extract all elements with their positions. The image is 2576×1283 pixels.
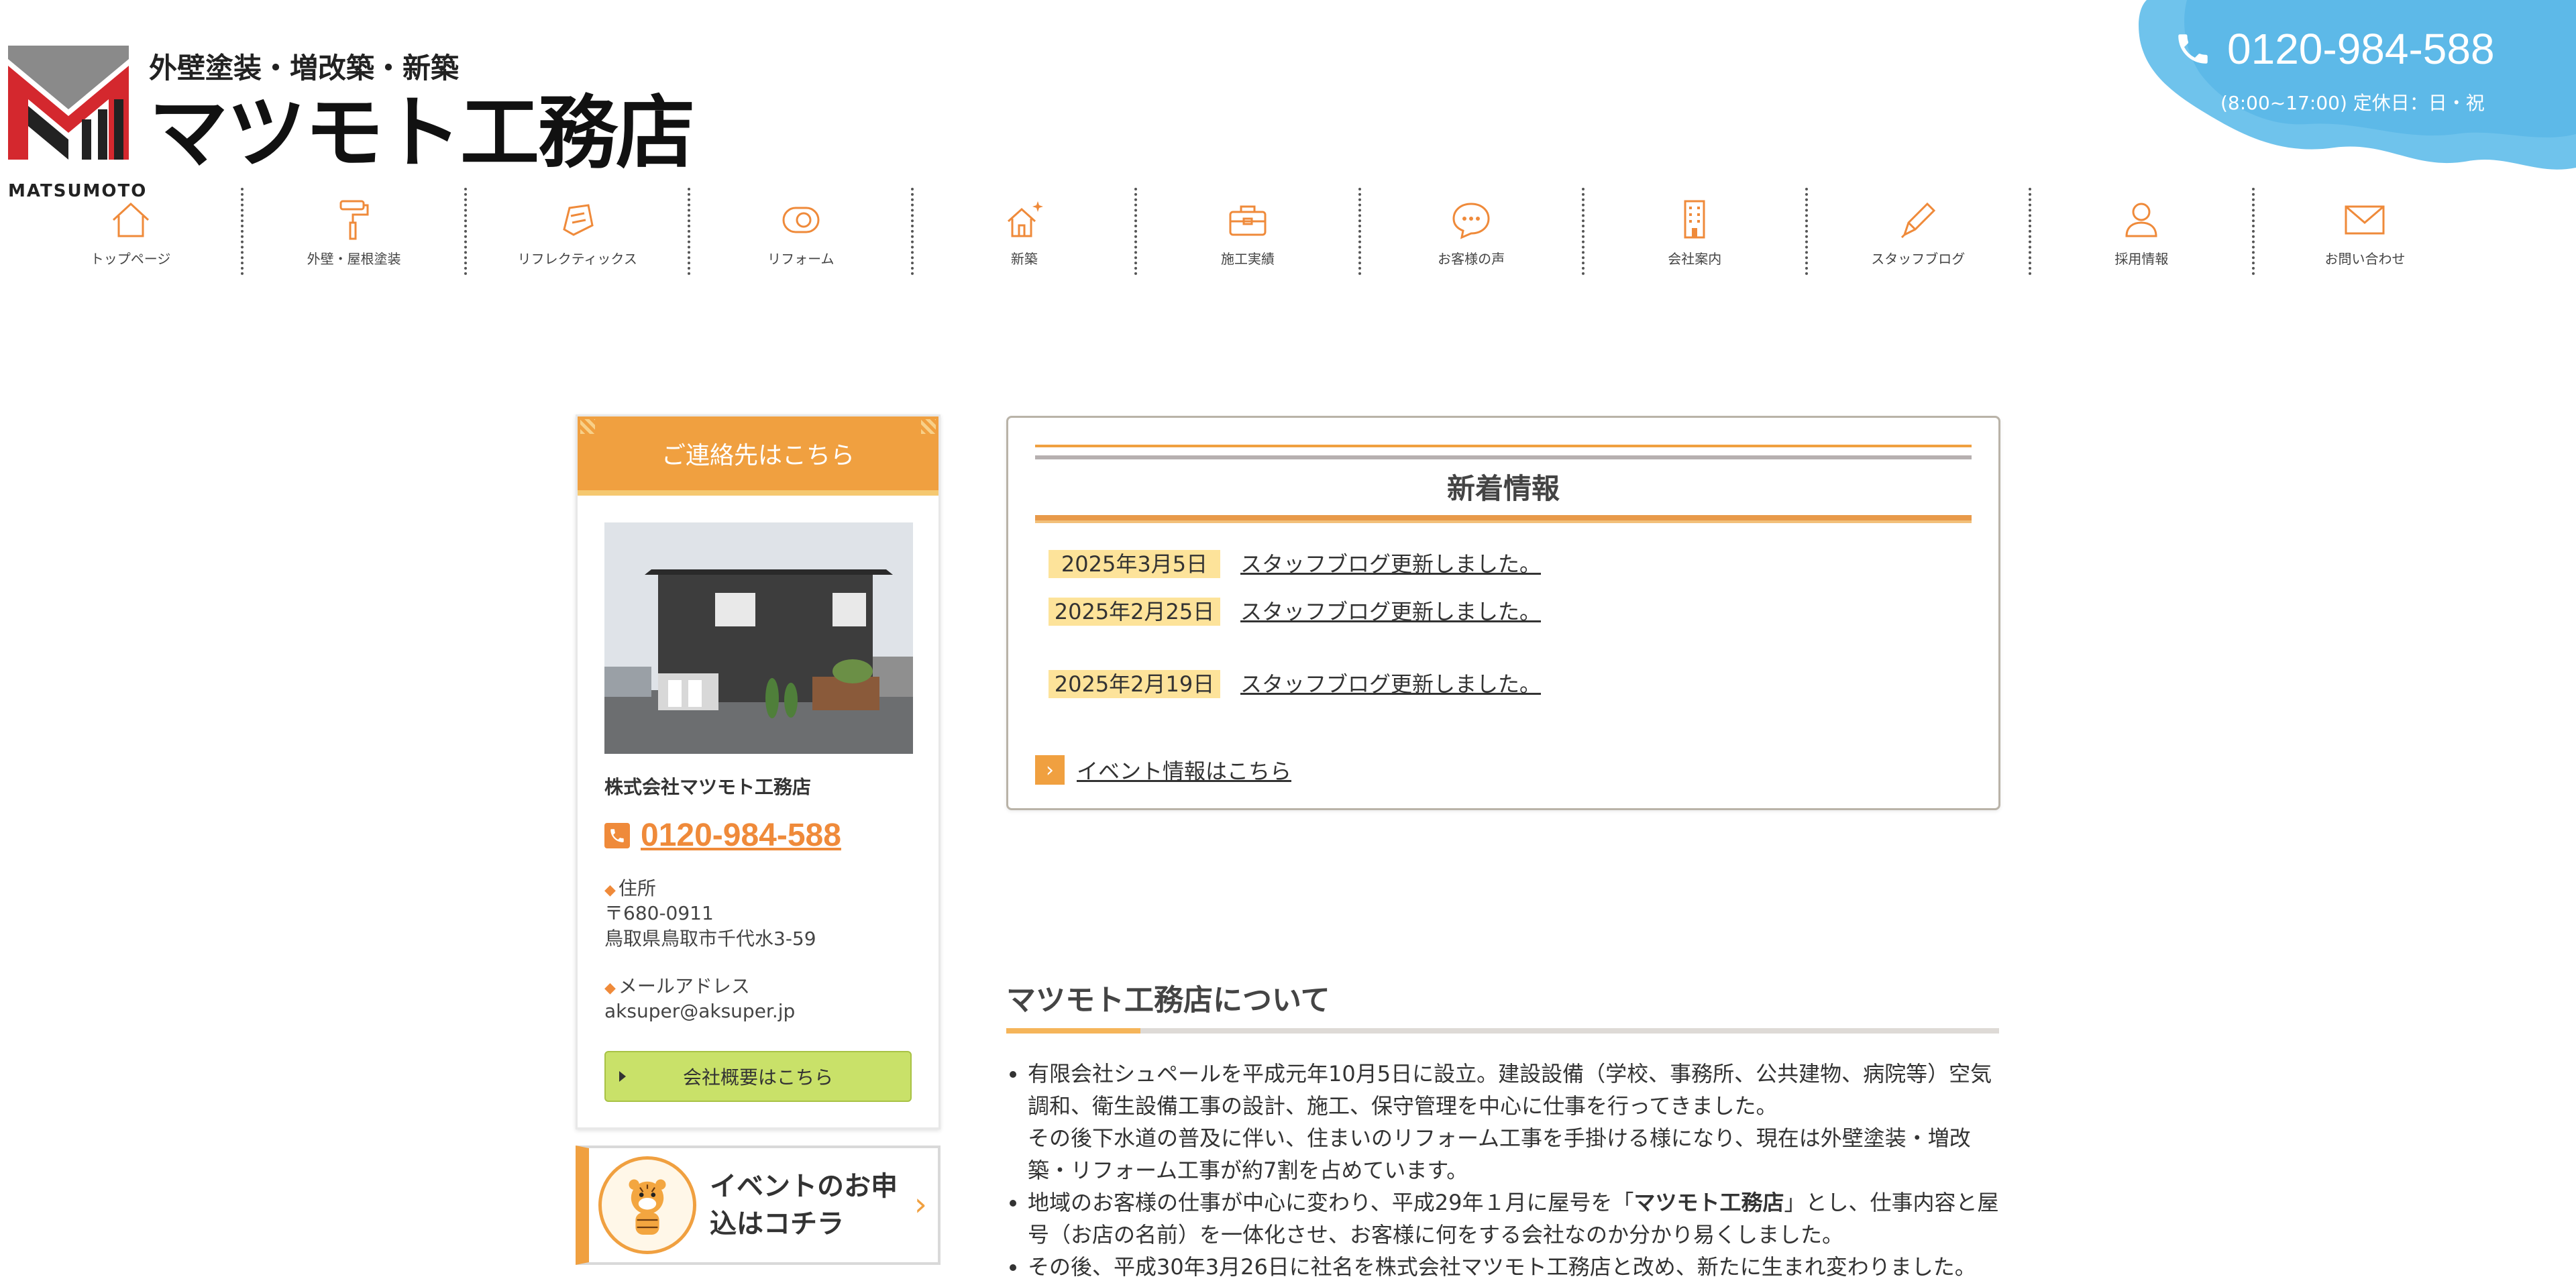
nav-item-reform[interactable]: リフォーム [690,188,914,275]
nav-item-voices[interactable]: お客様の声 [1361,188,1585,275]
chevron-right-icon: › [914,1186,927,1223]
office-photo [604,522,913,754]
tiger-mascot-icon [598,1156,696,1254]
email-address: aksuper@aksuper.jp [604,1000,796,1022]
nav-label: 施工実績 [1221,250,1275,267]
nav-item-works[interactable]: 施工実績 [1137,188,1361,275]
news-date: 2025年3月5日 [1049,550,1220,578]
nav-label: リフレクティックス [517,250,637,267]
news-date: 2025年2月25日 [1049,598,1220,626]
news-item: 2025年2月25日 スタッフブログ更新しました。 [1049,598,1541,626]
news-date: 2025年2月19日 [1049,670,1220,698]
building-icon [1684,200,1705,238]
nav-label: お問い合わせ [2324,250,2406,267]
nav-item-paint[interactable]: 外壁・屋根塗装 [244,188,468,275]
pen-icon [1901,202,1936,238]
chevron-right-icon: › [1035,755,1065,785]
phone-icon [2178,34,2208,64]
new-house-icon [1007,201,1043,237]
company-overview-button[interactable]: 会社概要はこちら [604,1051,912,1102]
news-divider-top [1035,445,1972,459]
nav-label: お客様の声 [1438,250,1505,267]
nav-label: 外壁・屋根塗装 [307,250,401,267]
nav-item-blog[interactable]: スタッフブログ [1808,188,2031,275]
chat-bubble-icon [1452,202,1490,239]
about-paragraph: 地域のお客様の仕事が中心に変わり、平成29年１月に屋号を「マツモト工務店」とし、… [1028,1186,1999,1251]
sidebar-phone-link[interactable]: 0120-984-588 [641,817,841,854]
contact-heading: ご連絡先はこちら [578,416,938,496]
header-business-hours: (8:00~17:00) 定休日：日・祝 [2220,92,2485,114]
news-title: 新着情報 [1446,472,1560,505]
mail-icon [2345,205,2385,234]
event-signup-banner[interactable]: イベントのお申込はコチラ › [576,1146,941,1265]
event-banner-text: イベントのお申込はコチラ [710,1171,898,1239]
person-icon [2125,203,2157,237]
news-link[interactable]: スタッフブログ更新しました。 [1240,670,1541,698]
nav-item-reflectix[interactable]: リフレクティックス [467,188,691,275]
global-nav: トップページ 外壁・屋根塗装 リフレクティックス リフォーム 新築 施工実績 お… [20,188,2475,275]
address: 鳥取県鳥取市千代水3-59 [604,928,816,950]
home-icon [112,202,149,237]
sidebar-company-name: 株式会社マツモト工務店 [604,776,812,798]
reform-icon [782,207,820,233]
header-tagline: 外壁塗装・増改築・新築 [149,52,460,85]
header-phone-badge[interactable]: 0120-984-588 (8:00~17:00) 定休日：日・祝 [2133,0,2576,174]
about-divider [1006,1028,1999,1034]
site-logo[interactable]: MATSUMOTO 外壁塗装・増改築・新築 マツモト工務店 [8,46,695,201]
email-label: メールアドレス [618,975,750,997]
nav-label: 会社案内 [1668,250,1722,267]
paint-roller-icon [339,200,369,239]
nav-item-newbuild[interactable]: 新築 [914,188,1138,275]
about-paragraph: その後、平成30年3月26日に社名を株式会社マツモト工務店と改め、新たに生まれ変… [1028,1251,1999,1283]
insulation-icon [563,203,594,236]
header-phone-number[interactable]: 0120-984-588 [2227,24,2495,74]
nav-label: 新築 [1010,250,1038,267]
nav-item-recruit[interactable]: 採用情報 [2031,188,2255,275]
about-title: マツモト工務店について [1006,983,1330,1017]
about-paragraph: 有限会社シュペールを平成元年10月5日に設立。建設設備（学校、事務所、公共建物、… [1028,1058,1999,1186]
about-section: マツモト工務店について 有限会社シュペールを平成元年10月5日に設立。建設設備（… [1006,976,1999,1283]
postal-code: 〒680-0911 [604,902,714,924]
contact-box: ご連絡先はこちら 株式会社マツモト工務店 0120-984-588 ◆ 住所 〒… [576,414,941,1129]
logo-mark [8,46,129,160]
nav-item-top[interactable]: トップページ [20,188,244,275]
company-name-bold: マツモト工務店 [1633,1190,1784,1215]
news-link[interactable]: スタッフブログ更新しました。 [1240,598,1541,626]
news-panel: 新着情報 2025年3月5日 スタッフブログ更新しました。 2025年2月25日… [1006,416,2000,810]
toolbox-icon [1229,205,1267,235]
nav-label: トップページ [90,250,171,267]
news-divider-bottom [1035,515,1972,523]
news-link[interactable]: スタッフブログ更新しました。 [1240,550,1541,578]
diamond-icon: ◆ [604,882,616,899]
nav-label: リフォーム [767,250,835,267]
news-item: 2025年2月19日 スタッフブログ更新しました。 [1049,670,1541,698]
about-list: 有限会社シュペールを平成元年10月5日に設立。建設設備（学校、事務所、公共建物、… [1006,1058,1999,1283]
diamond-icon: ◆ [604,980,616,997]
nav-item-contact[interactable]: お問い合わせ [2255,188,2475,275]
phone-icon [604,822,630,848]
nav-label: 採用情報 [2114,250,2169,267]
header-company-name: マツモト工務店 [149,87,695,179]
sidebar: ご連絡先はこちら 株式会社マツモト工務店 0120-984-588 ◆ 住所 〒… [576,414,941,1265]
nav-item-company[interactable]: 会社案内 [1585,188,1808,275]
address-label: 住所 [618,877,656,899]
nav-label: スタッフブログ [1871,250,1966,267]
event-info-link[interactable]: › イベント情報はこちら [1035,755,1291,785]
event-info-link-text: イベント情報はこちら [1077,759,1292,784]
news-item: 2025年3月5日 スタッフブログ更新しました。 [1049,550,1541,578]
